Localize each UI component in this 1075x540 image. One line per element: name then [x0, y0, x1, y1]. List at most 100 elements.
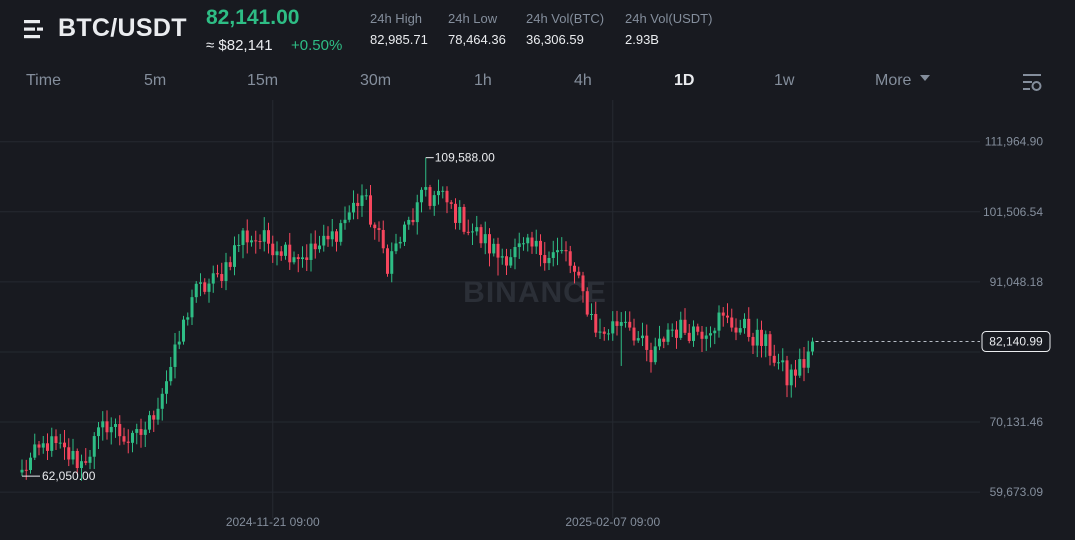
candle-body: [717, 312, 721, 331]
candle-body: [794, 369, 797, 376]
candle-body: [101, 421, 105, 428]
candle-body: [573, 265, 576, 272]
current-price-label: 82,140.99: [989, 335, 1043, 349]
y-tick-label: 91,048.18: [990, 275, 1044, 289]
candle-body: [479, 227, 483, 244]
candle-body: [785, 360, 789, 386]
candle-body: [126, 441, 130, 443]
candle-body: [411, 219, 415, 223]
candle-body: [50, 436, 54, 451]
candle-body: [415, 202, 419, 223]
candle-body: [679, 319, 683, 338]
candle-body: [275, 251, 279, 256]
candle-body: [556, 250, 559, 253]
candle-body: [309, 243, 313, 260]
candle-body: [811, 341, 814, 352]
tab-more[interactable]: More: [875, 72, 930, 90]
candle-body: [58, 442, 62, 444]
candle-body: [764, 334, 768, 346]
candle-body: [262, 230, 266, 242]
candle-body: [513, 247, 517, 258]
candle-body: [182, 319, 185, 342]
x-axis: 2024-11-21 09:00 2025-02-07 09:00: [226, 515, 661, 529]
candle-body: [598, 331, 602, 333]
candle-body: [67, 447, 71, 460]
x-tick-label: 2025-02-07 09:00: [565, 515, 660, 529]
candle-body: [432, 195, 436, 206]
menu-icon[interactable]: [24, 18, 46, 40]
candle-body: [190, 297, 194, 318]
candle-body: [148, 415, 151, 430]
candle-body: [505, 256, 508, 266]
candle-body: [615, 321, 619, 326]
candle-body: [46, 443, 49, 451]
tab-15m[interactable]: 15m: [247, 72, 278, 90]
candle-body: [152, 415, 156, 420]
candle-body: [543, 255, 547, 264]
candle-body: [296, 257, 300, 260]
candle-body: [539, 240, 542, 256]
stat-24h-vol-usdt-label: 24h Vol(USDT): [625, 11, 713, 26]
candle-body: [301, 257, 304, 260]
candle-body: [675, 329, 678, 338]
candle-body: [488, 234, 491, 254]
candle-body: [781, 360, 785, 363]
candle-body: [768, 334, 772, 356]
usd-equivalent-price: ≈ $82,141: [206, 37, 273, 54]
candle-body: [377, 228, 381, 230]
candle-body: [649, 349, 653, 363]
candle-body: [641, 335, 644, 339]
candle-body: [271, 243, 275, 256]
candle-body: [228, 262, 232, 267]
tab-1h[interactable]: 1h: [474, 72, 492, 90]
candle-body: [726, 315, 729, 318]
candle-body: [254, 240, 258, 242]
tab-time[interactable]: Time: [26, 72, 61, 90]
candle-body: [63, 442, 66, 448]
candle-body: [199, 282, 202, 284]
candle-body: [211, 273, 215, 284]
candle-body: [347, 212, 351, 220]
candle-body: [75, 450, 79, 469]
tab-1w[interactable]: 1w: [774, 72, 794, 90]
y-tick-label: 59,673.09: [990, 485, 1044, 499]
candle-body: [41, 443, 45, 448]
candle-body: [390, 251, 394, 274]
trading-pair-symbol[interactable]: BTC/USDT: [58, 14, 187, 43]
tab-5m[interactable]: 5m: [144, 72, 166, 90]
candle-body: [500, 256, 504, 258]
candle-body: [709, 333, 712, 336]
candle-body: [105, 421, 109, 433]
candle-body: [245, 230, 249, 243]
candle-body: [802, 359, 806, 368]
candle-body: [84, 461, 88, 463]
tab-4h[interactable]: 4h: [574, 72, 592, 90]
candle-body: [713, 330, 717, 334]
candle-body: [751, 336, 755, 346]
stat-24h-low-value: 78,464.36: [448, 32, 506, 47]
candle-body: [339, 223, 343, 242]
candlestick-chart[interactable]: BINANCE 109,588.00 62,050.00 82,140.99 111…: [0, 100, 1075, 540]
candle-body: [160, 393, 164, 409]
candle-body: [492, 243, 496, 254]
candle-body: [288, 244, 292, 263]
binance-watermark: BINANCE: [463, 276, 607, 309]
chart-settings-icon[interactable]: [1022, 72, 1042, 92]
candle-body: [267, 230, 270, 244]
candle-body: [772, 355, 776, 363]
candle-body: [420, 189, 423, 203]
candle-body: [666, 329, 670, 342]
candle-body: [156, 408, 160, 420]
y-tick-label: 70,131.46: [990, 415, 1044, 429]
candle-body: [560, 250, 564, 252]
candle-body: [602, 331, 606, 334]
candle-body: [352, 202, 355, 213]
tab-30m[interactable]: 30m: [360, 72, 391, 90]
tab-1d[interactable]: 1D: [674, 72, 694, 90]
candle-body: [636, 338, 640, 341]
candle-body: [407, 219, 411, 225]
y-axis: 111,964.90 101,506.54 91,048.18 70,131.46 59…: [983, 135, 1043, 499]
stat-24h-vol-usdt-value: 2.93B: [625, 32, 659, 47]
candle-body: [662, 338, 666, 342]
candle-body: [551, 252, 555, 258]
